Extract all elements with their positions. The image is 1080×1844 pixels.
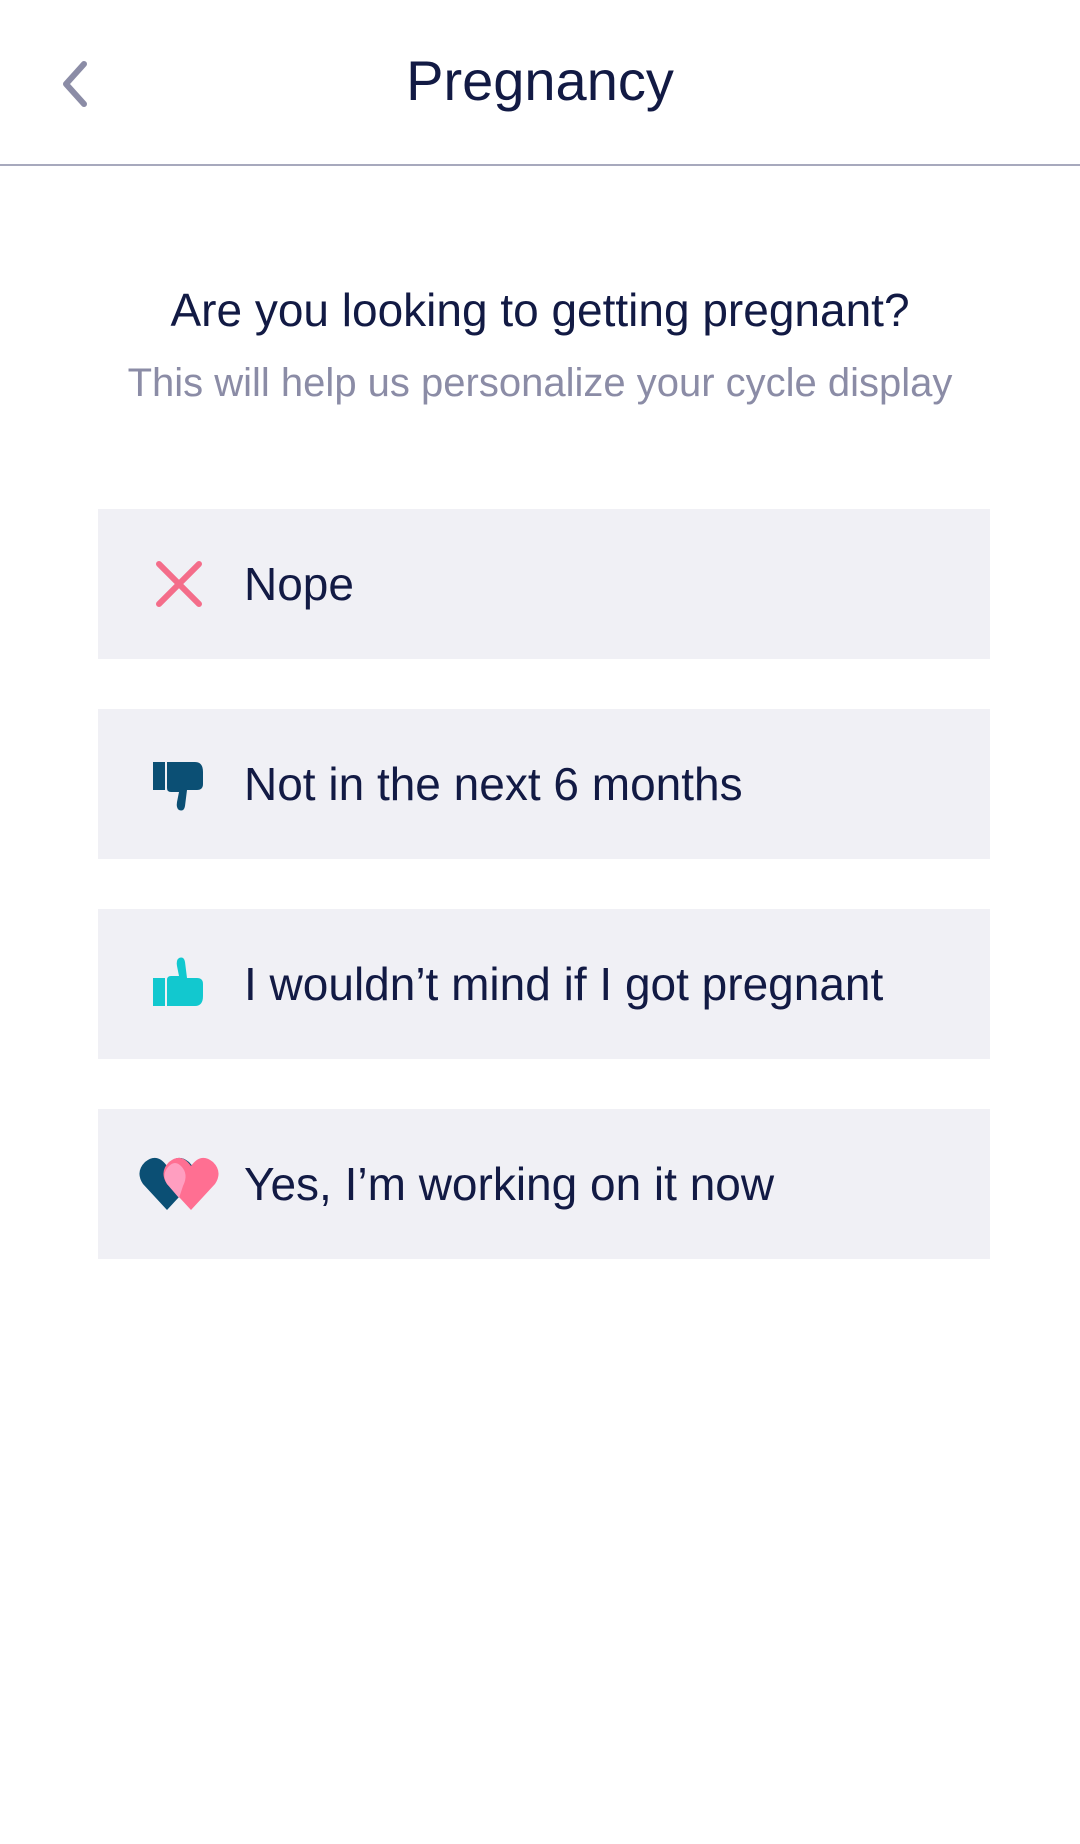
page-title: Pregnancy (406, 49, 674, 112)
thumbs-up-icon (134, 939, 224, 1029)
two-hearts-icon (134, 1139, 224, 1229)
option-label: I wouldn’t mind if I got pregnant (244, 958, 884, 1010)
x-icon (134, 539, 224, 629)
option-label: Yes, I’m working on it now (244, 1158, 775, 1210)
option-working-on-it[interactable]: Yes, I’m working on it now (98, 1109, 990, 1259)
option-wouldnt-mind[interactable]: I wouldn’t mind if I got pregnant (98, 909, 990, 1059)
thumbs-down-icon (134, 739, 224, 829)
option-nope[interactable]: Nope (98, 509, 990, 659)
option-label: Not in the next 6 months (244, 758, 743, 810)
pregnancy-screen: Pregnancy Are you looking to getting pre… (0, 0, 1080, 1844)
option-not-next-6-months[interactable]: Not in the next 6 months (98, 709, 990, 859)
question-subtitle: This will help us personalize your cycle… (127, 361, 953, 405)
question-title: Are you looking to getting pregnant? (170, 284, 910, 336)
top-app-bar: Pregnancy (0, 0, 1080, 166)
option-label: Nope (244, 558, 354, 610)
